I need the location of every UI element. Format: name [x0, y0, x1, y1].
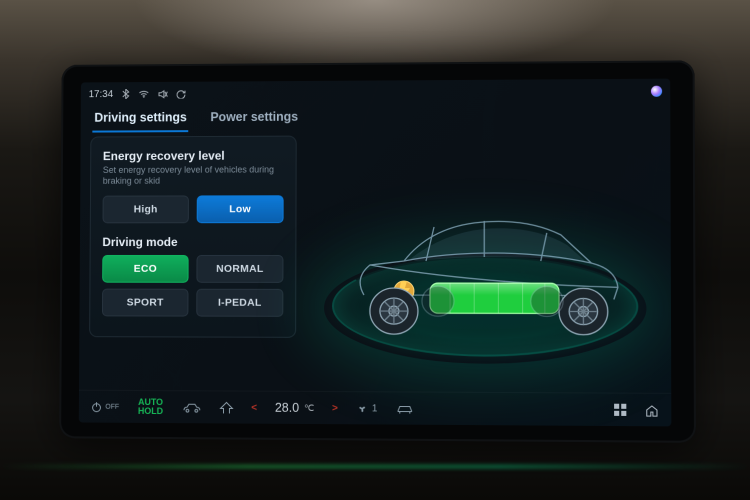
main-content: Energy recovery level Set energy recover… [79, 130, 671, 393]
dashboard-ambient-strip [0, 465, 750, 468]
photo-background: 17:34 Driving settings Power [0, 0, 750, 500]
driving-mode-title: Driving mode [102, 235, 283, 249]
home-button[interactable] [645, 403, 659, 416]
power-off-label: OFF [105, 403, 119, 410]
tab-driving-settings[interactable]: Driving settings [92, 106, 188, 132]
mode-ipedal-button[interactable]: I-PEDAL [196, 288, 283, 316]
energy-recovery-desc: Set energy recovery level of vehicles du… [103, 164, 284, 187]
refresh-icon [177, 89, 186, 98]
recovery-high-button[interactable]: High [103, 195, 189, 223]
bottom-dock: OFF AUTO HOLD < 28.0℃ > 1 [79, 390, 672, 427]
temp-up-button[interactable]: > [332, 403, 338, 414]
mode-normal-button[interactable]: NORMAL [196, 254, 283, 282]
clock: 17:34 [89, 89, 113, 100]
mute-icon [158, 89, 168, 98]
wifi-icon [138, 90, 149, 98]
auto-hold-button[interactable]: AUTO HOLD [137, 398, 165, 416]
power-off-button[interactable]: OFF [91, 401, 119, 413]
recovery-low-button[interactable]: Low [197, 195, 284, 223]
apps-grid-button[interactable] [614, 404, 626, 416]
bluetooth-icon [122, 89, 130, 99]
assistant-orb-icon[interactable] [651, 85, 662, 96]
settings-panel: Energy recovery level Set energy recover… [89, 136, 297, 338]
airflow-button[interactable] [220, 401, 234, 414]
apps-grid-icon [614, 404, 626, 416]
mode-sport-button[interactable]: SPORT [102, 288, 189, 316]
vehicle-status-button[interactable] [395, 403, 413, 414]
screen: 17:34 Driving settings Power [79, 79, 672, 427]
energy-recovery-title: Energy recovery level [103, 149, 284, 164]
settings-tabs: Driving settings Power settings [81, 100, 671, 133]
infotainment-tablet: 17:34 Driving settings Power [59, 60, 696, 443]
tab-power-settings[interactable]: Power settings [208, 106, 300, 132]
fan-level: 1 [372, 403, 378, 414]
temperature-display[interactable]: 28.0℃ [275, 401, 314, 415]
temp-down-button[interactable]: < [251, 402, 257, 413]
vehicle-model [334, 182, 636, 354]
car-outline-button[interactable] [182, 402, 202, 413]
fan-button[interactable]: 1 [356, 402, 378, 415]
vehicle-visualization [306, 134, 665, 393]
mode-eco-button[interactable]: ECO [102, 254, 188, 282]
